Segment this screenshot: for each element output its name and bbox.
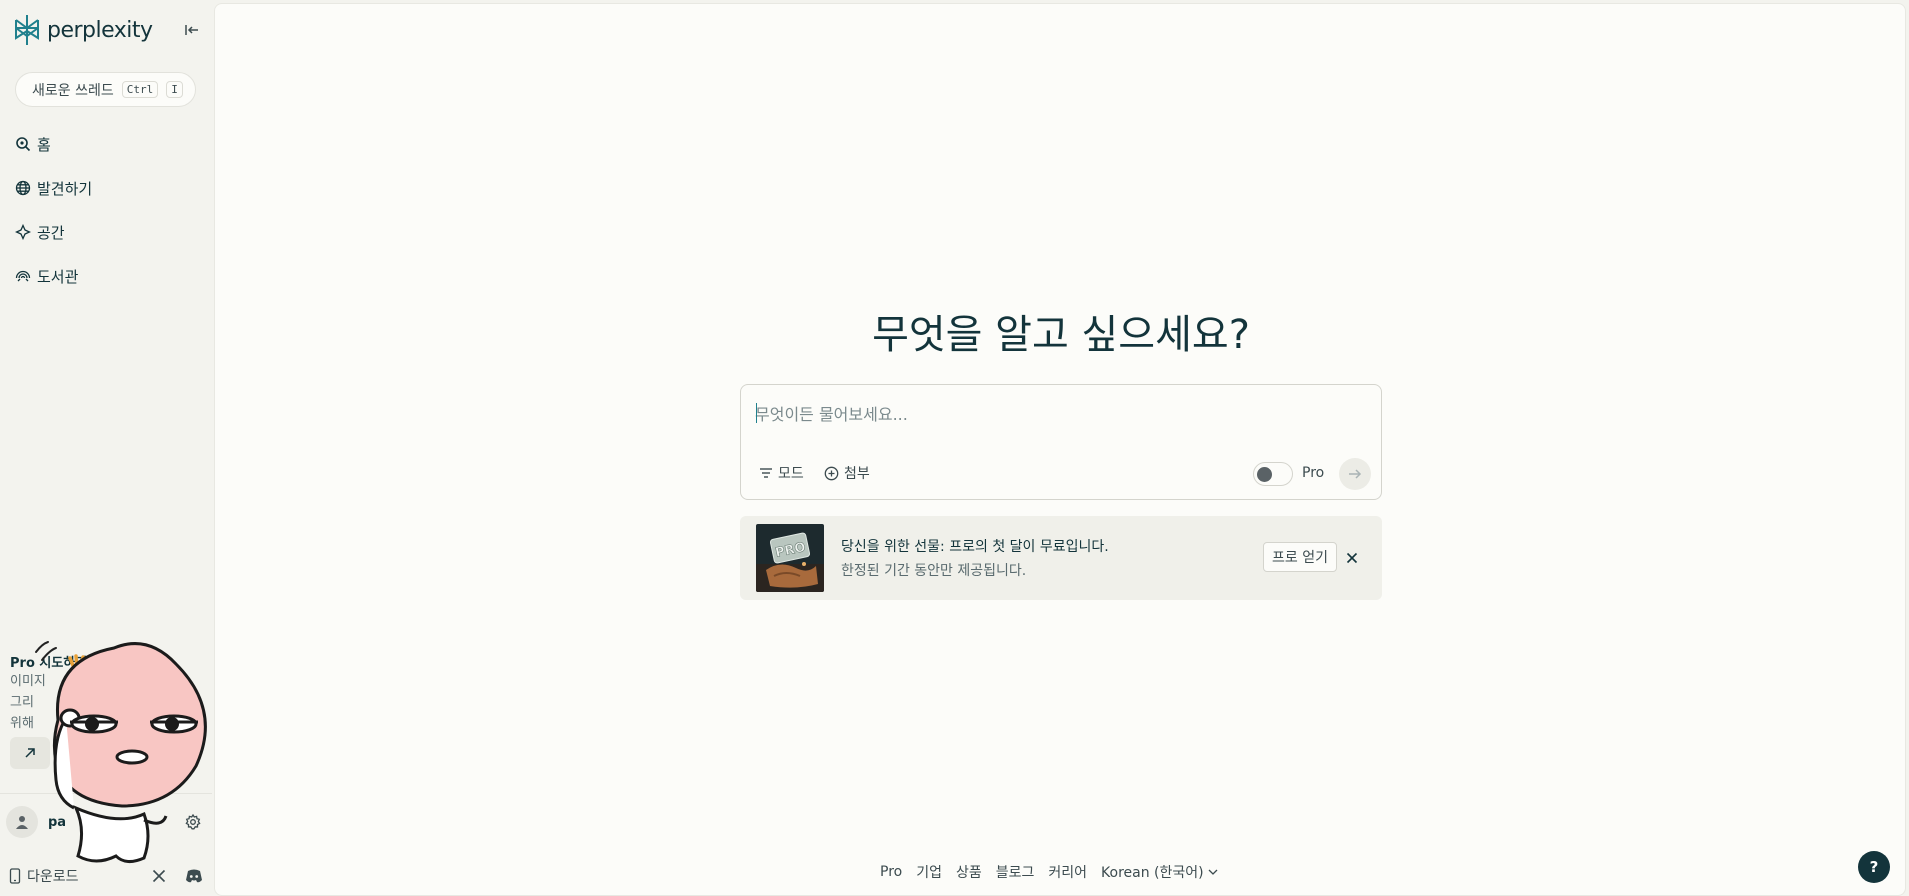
promo-subtitle: 한정된 기간 동안만 제공됩니다. <box>841 563 1027 579</box>
plus-circle-icon <box>824 466 839 480</box>
footer-link-enterprise[interactable]: 기업 <box>916 862 942 882</box>
new-thread-label: 새로운 쓰레드 <box>32 82 114 99</box>
promo-banner: PRO 당신을 위한 선물: 프로의 첫 달이 무료입니다. 한정된 기간 동안… <box>740 516 1382 600</box>
language-label: Korean (한국어) <box>1101 865 1204 881</box>
promo-title: 당신을 위한 선물: 프로의 첫 달이 무료입니다. <box>841 539 1109 555</box>
mode-label: 모드 <box>778 466 804 482</box>
submit-button[interactable] <box>1339 458 1371 490</box>
get-pro-button[interactable]: 프로 얻기 <box>1263 542 1337 572</box>
sidebar-item-spaces[interactable]: 공간 <box>15 221 65 243</box>
sidebar-item-discover[interactable]: 발견하기 <box>15 177 92 199</box>
language-selector[interactable]: Korean (한국어) <box>1101 862 1218 882</box>
page-title: 무엇을 알고 싶으세요? <box>872 312 1250 358</box>
logo-text: perplexity <box>47 17 153 43</box>
peach-sticker-illustration <box>35 641 207 863</box>
search-icon <box>16 137 31 152</box>
footer-link-blog[interactable]: 블로그 <box>996 862 1035 882</box>
text-caret <box>756 403 757 423</box>
close-icon[interactable] <box>1346 552 1358 564</box>
logo[interactable]: perplexity <box>13 14 153 46</box>
shortcut-ctrl: Ctrl <box>121 81 159 98</box>
globe-icon <box>15 180 31 196</box>
footer-link-products[interactable]: 상품 <box>956 862 982 882</box>
help-button[interactable]: ? <box>1858 851 1890 883</box>
sidebar-item-label: 공간 <box>37 223 65 242</box>
sidebar-item-library[interactable]: 도서관 <box>15 265 78 287</box>
sidebar-item-label: 도서관 <box>37 267 79 286</box>
sidebar-item-label: 홈 <box>37 135 51 154</box>
main-panel: 무엇을 알고 싶으세요? 모드 첨부 Pro <box>214 3 1906 896</box>
gift-card-illustration: PRO <box>756 524 824 592</box>
pro-toggle-knob <box>1257 467 1272 482</box>
search-box[interactable]: 모드 첨부 Pro <box>740 384 1382 500</box>
library-icon <box>15 270 31 282</box>
phone-icon <box>9 868 21 884</box>
chevron-down-icon <box>1208 869 1218 875</box>
attach-label: 첨부 <box>844 466 870 482</box>
arrow-right-icon <box>1349 469 1362 479</box>
spaces-icon <box>15 224 31 240</box>
footer-link-careers[interactable]: 커리어 <box>1048 862 1087 882</box>
footer: Pro 기업 상품 블로그 커리어 Korean (한국어) <box>880 862 1218 882</box>
pro-toggle-label: Pro <box>1302 465 1325 481</box>
mode-button[interactable]: 모드 <box>759 463 804 483</box>
sidebar-item-home[interactable]: 홈 <box>15 133 51 155</box>
collapse-sidebar-icon[interactable] <box>184 22 200 38</box>
promo-image: PRO <box>756 524 824 592</box>
attach-button[interactable]: 첨부 <box>824 463 870 483</box>
filter-icon <box>760 468 772 478</box>
footer-link-pro[interactable]: Pro <box>880 864 902 880</box>
shortcut-key: I <box>166 81 183 98</box>
new-thread-button[interactable]: 새로운 쓰레드 Ctrl I <box>15 72 196 107</box>
sidebar-item-label: 발견하기 <box>37 179 93 198</box>
search-input[interactable] <box>755 401 1355 427</box>
perplexity-logo-icon <box>15 15 39 45</box>
pro-toggle[interactable] <box>1253 462 1293 486</box>
